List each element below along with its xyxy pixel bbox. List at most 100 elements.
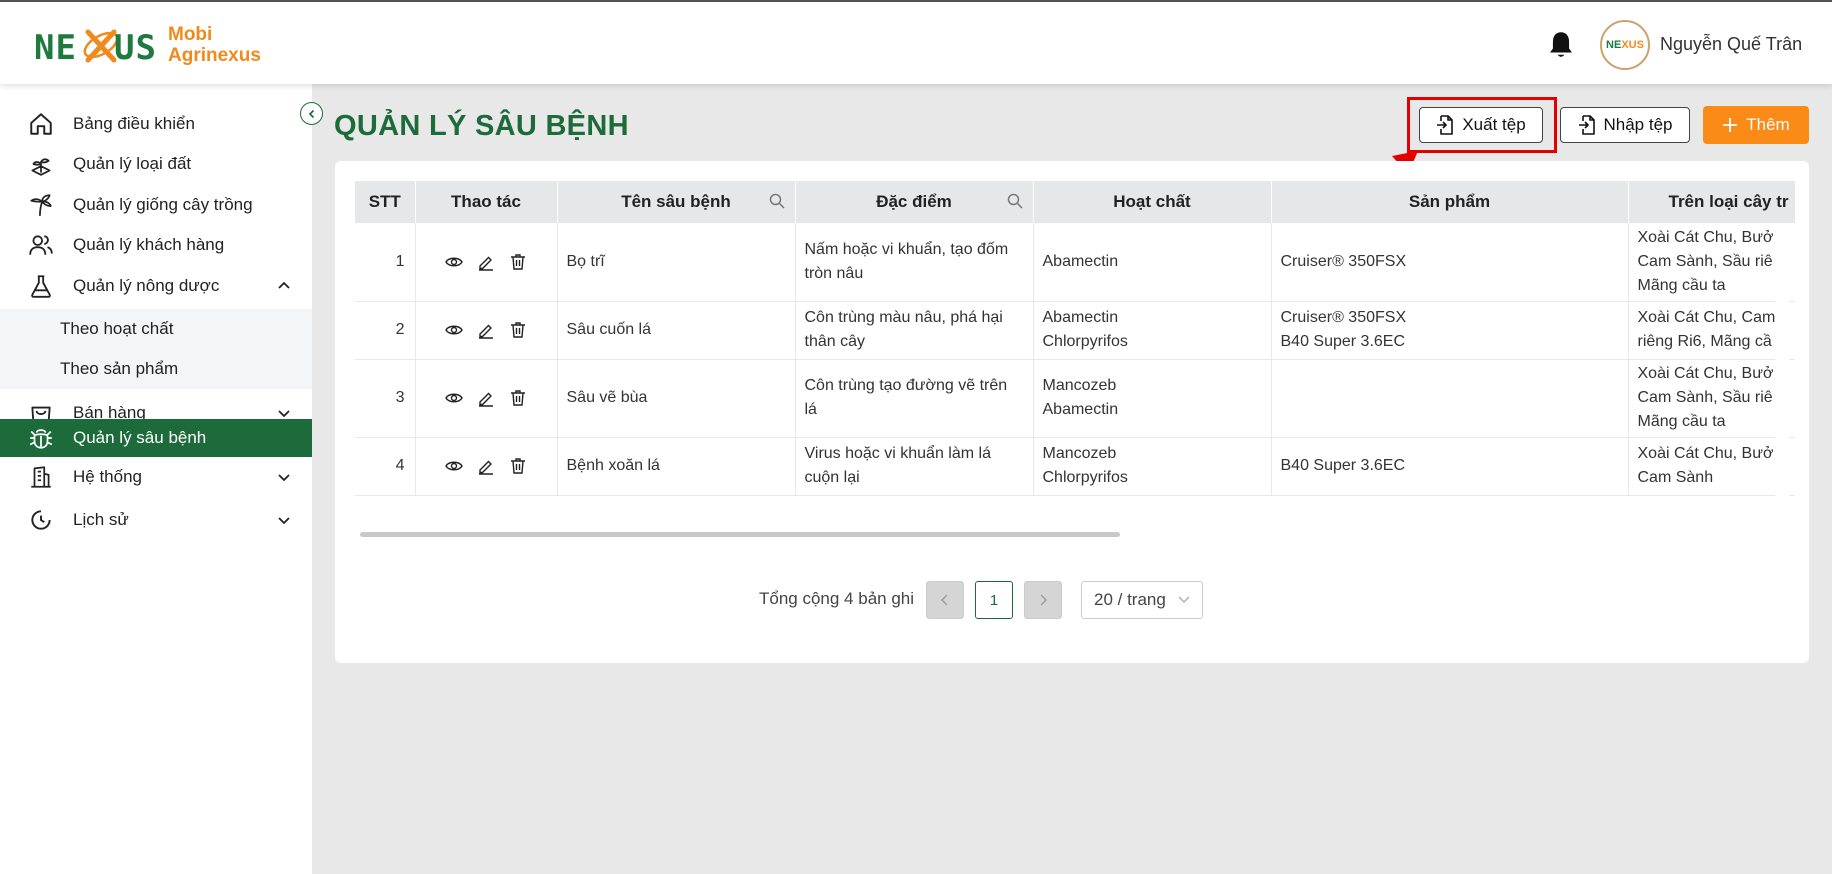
- edit-icon[interactable]: [477, 457, 495, 475]
- plus-icon: [1723, 118, 1738, 132]
- page-size-select[interactable]: 20 / trang: [1081, 581, 1203, 619]
- sidebar-item-pests[interactable]: Quản lý sâu bệnh: [0, 419, 312, 457]
- logo-text-left: NE: [34, 28, 77, 68]
- import-file-button[interactable]: Nhập tệp: [1560, 107, 1690, 143]
- sidebar-subitem-by-product[interactable]: Theo sản phẩm: [0, 349, 312, 389]
- edit-icon[interactable]: [477, 253, 495, 271]
- nexus-logo-mark: NE US: [34, 18, 157, 72]
- crops-line: Cam Sành, Sầu riê: [1637, 252, 1773, 270]
- cell-stt: 2: [355, 301, 416, 360]
- ingredient-line: Mancozeb: [1042, 445, 1117, 462]
- brand-line-1: Mobi: [168, 24, 213, 45]
- pagination-total: Tổng cộng 4 bản ghi: [759, 589, 915, 608]
- brand-line-2: Agrinexus: [168, 45, 261, 66]
- col-header-label: Tên sâu bệnh: [621, 192, 731, 211]
- sidebar-item-system[interactable]: Hệ thống: [0, 458, 312, 496]
- table-scroll-area[interactable]: STT Thao tác Tên sâu bệnh Đặc điểm Hoạt …: [355, 181, 1795, 537]
- sidebar-item-customers[interactable]: Quản lý khách hàng: [0, 226, 312, 264]
- cell-actions: [415, 359, 558, 438]
- logo-text-right: US: [114, 28, 157, 68]
- sidebar-item-label: Lịch sử: [73, 510, 129, 529]
- annotation-highlight-box: [1407, 97, 1557, 153]
- search-icon[interactable]: [769, 193, 785, 209]
- prev-page-button[interactable]: [926, 581, 964, 619]
- col-header-pest-name[interactable]: Tên sâu bệnh: [557, 181, 796, 223]
- cell-product: Cruiser® 350FSX B40 Super 3.6EC: [1271, 301, 1629, 360]
- user-avatar[interactable]: NE XUS: [1600, 20, 1650, 70]
- sidebar-item-soil[interactable]: Quản lý loại đất: [0, 145, 312, 183]
- app-logo[interactable]: NE US Mobi Agrinexus: [34, 18, 261, 72]
- cell-crops: Xoài Cát Chu, Cam riêng Ri6, Mãng cầ: [1628, 301, 1795, 360]
- view-icon[interactable]: [445, 253, 463, 271]
- ingredient-line: Abamectin: [1042, 401, 1119, 418]
- sidebar-item-label: Quản lý khách hàng: [73, 235, 225, 254]
- sidebar-subitem-label: Theo hoạt chất: [60, 319, 174, 338]
- table-row[interactable]: 2 Sâu cuốn lá Côn trùng màu nâu, phá hại…: [355, 301, 1795, 360]
- col-header-feature[interactable]: Đặc điểm: [795, 181, 1034, 223]
- cell-feature: Nấm hoặc vi khuẩn, tạo đốm tròn nâu: [795, 223, 1034, 302]
- sidebar-collapse-button[interactable]: [300, 102, 323, 125]
- sidebar-item-label: Bảng điều khiển: [73, 114, 195, 133]
- view-icon[interactable]: [445, 457, 463, 475]
- sidebar-item-label: Hệ thống: [73, 467, 142, 486]
- main-content: QUẢN LÝ SÂU BỆNH Xuất tệp Nhập tệp Thêm …: [312, 84, 1832, 874]
- pest-table-card: STT Thao tác Tên sâu bệnh Đặc điểm Hoạt …: [335, 161, 1809, 663]
- col-header-ingredient: Hoạt chất: [1033, 181, 1272, 223]
- cell-stt: 1: [355, 223, 416, 302]
- table-row[interactable]: 4 Bệnh xoăn lá Virus hoặc vi khuẩn làm l…: [355, 437, 1795, 496]
- crops-line: Mãng cầu ta: [1637, 276, 1726, 294]
- user-name[interactable]: Nguyễn Quế Trân: [1660, 34, 1802, 55]
- table-row[interactable]: 1 Bọ trĩ Nấm hoặc vi khuẩn, tạo đốm tròn …: [355, 223, 1795, 302]
- ingredient-line: Chlorpyrifos: [1042, 333, 1128, 350]
- crops-line: Cam Sành, Sầu riê: [1637, 389, 1773, 406]
- page-title: QUẢN LÝ SÂU BỆNH: [334, 110, 629, 142]
- add-button[interactable]: Thêm: [1703, 106, 1809, 144]
- sidebar-subitem-by-ingredient[interactable]: Theo hoạt chất: [0, 309, 312, 349]
- chevron-up-icon: [278, 281, 290, 289]
- cell-stt: 4: [355, 437, 416, 496]
- crops-line: Cam Sành: [1637, 469, 1714, 486]
- cell-actions: [415, 437, 558, 496]
- crops-line: Xoài Cát Chu, Bưở: [1637, 365, 1774, 382]
- sidebar-item-history[interactable]: Lịch sử: [0, 501, 312, 539]
- sidebar-item-dashboard[interactable]: Bảng điều khiển: [0, 105, 312, 143]
- cell-crops: Xoài Cát Chu, Bưở Cam Sành, Sầu riê Mãng c…: [1628, 359, 1795, 438]
- edit-icon[interactable]: [477, 389, 495, 407]
- edit-icon[interactable]: [477, 321, 495, 339]
- view-icon[interactable]: [445, 389, 463, 407]
- cell-pest-name: Sâu vẽ bùa: [557, 359, 796, 438]
- col-header-crops: Trên loại cây tr: [1628, 181, 1795, 223]
- feature-line: Virus hoặc vi khuẩn làm lá: [804, 445, 991, 462]
- feature-line: cuộn lại: [804, 469, 860, 486]
- sidebar-item-plant-varieties[interactable]: Quản lý giống cây trồng: [0, 186, 312, 224]
- col-header-product: Sản phẩm: [1271, 181, 1629, 223]
- cell-product: Cruiser® 350FSX: [1271, 223, 1629, 302]
- crops-line: Xoài Cát Chu, Cam: [1637, 309, 1776, 326]
- notification-bell-icon[interactable]: [1547, 30, 1575, 60]
- cell-actions: [415, 223, 558, 302]
- cell-ingredient: Abamectin Chlorpyrifos: [1033, 301, 1272, 360]
- table-row[interactable]: 3 Sâu vẽ bùa Côn trùng tạo đường vẽ trên…: [355, 359, 1795, 438]
- view-icon[interactable]: [445, 321, 463, 339]
- cell-product: B40 Super 3.6EC: [1271, 437, 1629, 496]
- search-icon[interactable]: [1007, 193, 1023, 209]
- horizontal-scrollbar[interactable]: [360, 532, 1120, 537]
- avatar-text-b: XUS: [1621, 39, 1644, 51]
- home-icon: [30, 113, 52, 135]
- sidebar: Bảng điều khiển Quản lý loại đất Quản lý…: [0, 84, 312, 874]
- crops-line: Mãng cầu ta: [1637, 413, 1726, 430]
- page-number-button[interactable]: 1: [975, 581, 1013, 619]
- delete-icon[interactable]: [509, 253, 527, 271]
- soil-icon: [31, 158, 51, 176]
- avatar-text-a: NE: [1606, 39, 1622, 51]
- cell-actions: [415, 301, 558, 360]
- cell-feature: Virus hoặc vi khuẩn làm lá cuộn lại: [795, 437, 1034, 496]
- table-header-row: STT Thao tác Tên sâu bệnh Đặc điểm Hoạt …: [355, 181, 1795, 223]
- delete-icon[interactable]: [509, 457, 527, 475]
- delete-icon[interactable]: [509, 389, 527, 407]
- next-page-button[interactable]: [1024, 581, 1062, 619]
- sidebar-item-pesticides[interactable]: Quản lý nông dược: [0, 267, 312, 305]
- sidebar-item-label: Quản lý nông dược: [73, 276, 220, 295]
- delete-icon[interactable]: [509, 321, 527, 339]
- clock-icon: [31, 510, 51, 530]
